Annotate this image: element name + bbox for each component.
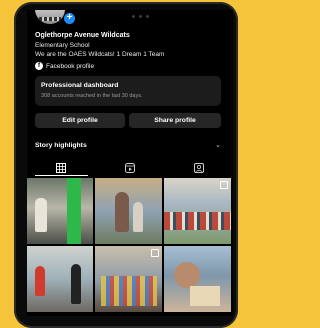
add-story-icon[interactable]: +	[63, 12, 76, 25]
reel-indicator-icon	[220, 181, 228, 189]
tagged-icon	[193, 163, 204, 173]
post-thumbnail[interactable]	[95, 178, 162, 244]
tab-tagged[interactable]	[164, 160, 233, 176]
facebook-profile-link[interactable]: f Facebook profile	[35, 62, 94, 70]
instagram-profile-screen: + Oglethorpe Avenue Wildcats Elementary …	[27, 10, 233, 316]
facebook-icon: f	[35, 62, 43, 70]
profile-bio-line1: Elementary School	[35, 42, 90, 49]
facebook-profile-label: Facebook profile	[46, 62, 95, 70]
grid-icon	[56, 163, 67, 173]
avatar[interactable]	[35, 10, 65, 24]
chevron-down-icon[interactable]: ⌄	[215, 141, 221, 149]
post-thumbnail[interactable]	[27, 178, 93, 244]
profile-tabs	[27, 160, 233, 176]
posts-grid	[27, 178, 233, 312]
reel-indicator-icon	[151, 249, 159, 257]
camera-indicator	[132, 15, 149, 18]
profile-bio-line2: We are the OAES Wildcats! 1 Dream 1 Team	[35, 51, 165, 58]
profile-avatar[interactable]: +	[35, 10, 76, 25]
profile-name: Oglethorpe Avenue Wildcats	[35, 32, 130, 39]
share-profile-button[interactable]: Share profile	[129, 113, 221, 128]
professional-dashboard-card[interactable]: Professional dashboard 308 accounts reac…	[35, 76, 221, 106]
reels-icon	[125, 163, 135, 173]
post-thumbnail[interactable]	[164, 178, 231, 244]
tab-reels[interactable]	[96, 160, 165, 176]
dashboard-subtitle: 308 accounts reached in the last 30 days…	[41, 93, 143, 99]
post-thumbnail[interactable]	[95, 246, 162, 312]
dashboard-title: Professional dashboard	[41, 82, 119, 89]
story-highlights-label[interactable]: Story highlights	[35, 142, 87, 149]
post-thumbnail[interactable]	[164, 246, 231, 312]
tab-grid[interactable]	[27, 160, 96, 176]
edit-profile-button[interactable]: Edit profile	[35, 113, 125, 128]
post-thumbnail[interactable]	[27, 246, 93, 312]
